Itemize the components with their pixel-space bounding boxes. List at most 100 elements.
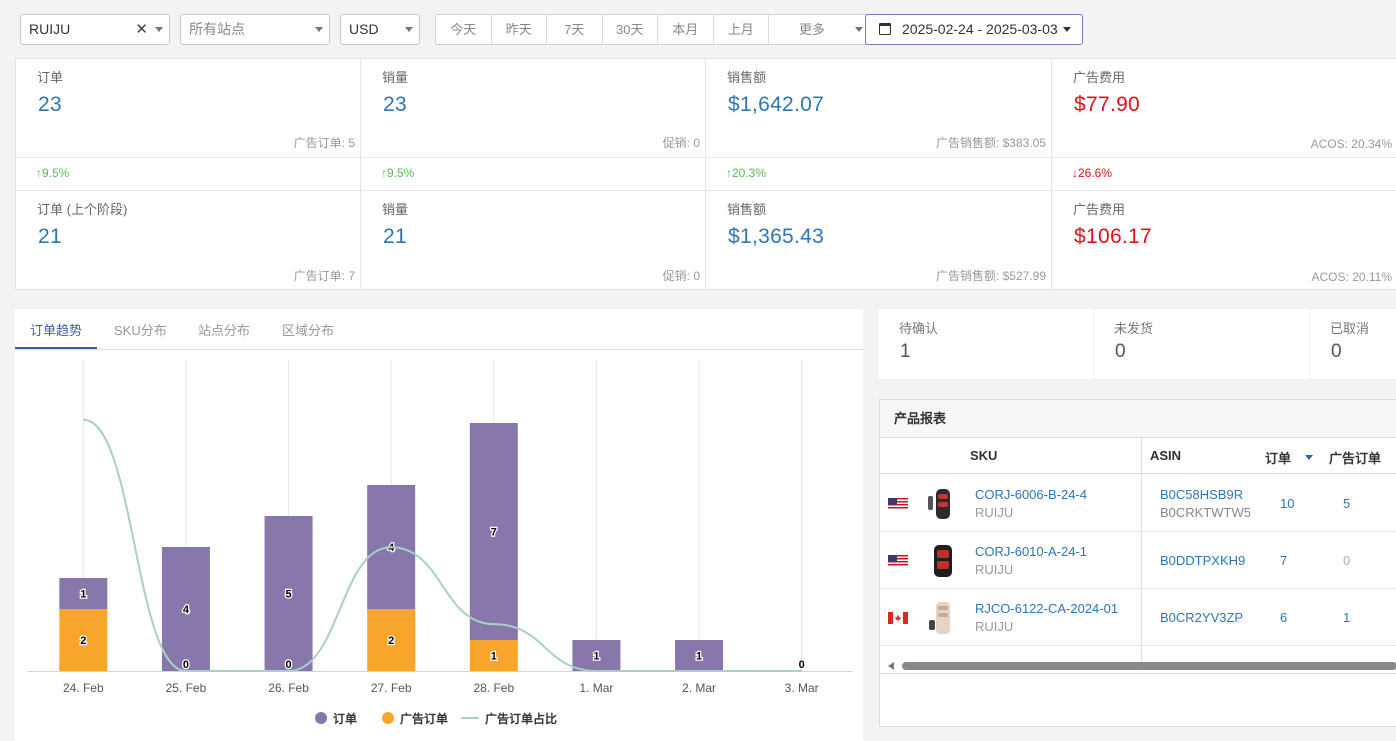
- stats-grid: 订单 23 广告订单: 5 销量 23 促销: 0 销售额 $1,642.07 …: [15, 58, 1396, 290]
- status-label: 已取消: [1330, 321, 1370, 336]
- col-orders[interactable]: 订单: [1265, 448, 1291, 467]
- brand-text: RUIJU: [975, 619, 1014, 634]
- asin-link[interactable]: B0DDTPXKH9: [1160, 553, 1245, 568]
- data-label: 0: [799, 659, 805, 671]
- ad-orders-value: 0: [1343, 553, 1351, 568]
- stat-label: 订单: [37, 70, 64, 85]
- stat-label: 销量: [382, 202, 409, 217]
- tab-region-distribution[interactable]: 区域分布: [282, 320, 334, 339]
- scrollbar-thumb[interactable]: [902, 662, 1396, 670]
- tab-site-distribution[interactable]: 站点分布: [198, 320, 250, 339]
- table-row[interactable]: RJCO-6122-CA-2024-01 RUIJU B0CR2YV3ZP 6 …: [880, 589, 1396, 646]
- stat-value: $77.90: [1074, 93, 1141, 116]
- brand-text: RUIJU: [975, 562, 1014, 577]
- status-unshipped[interactable]: 未发货 0: [1094, 309, 1310, 379]
- data-label: 4: [183, 604, 190, 616]
- sort-desc-icon[interactable]: [1305, 455, 1313, 460]
- scroll-left-icon[interactable]: [888, 662, 894, 670]
- chevron-down-icon: [855, 27, 863, 32]
- data-label: 2: [388, 635, 394, 647]
- horizontal-scrollbar[interactable]: [880, 658, 1396, 674]
- product-thumbnail: [934, 545, 952, 577]
- product-thumbnail: [928, 489, 950, 519]
- legend-ad-order-ratio[interactable]: 广告订单占比: [485, 711, 557, 726]
- legend-orders[interactable]: 订单: [333, 711, 357, 726]
- range-last-month-button[interactable]: 上月: [714, 15, 769, 44]
- date-range-picker[interactable]: 2025-02-24 - 2025-03-03: [865, 14, 1083, 45]
- chart-tabs: 订单趋势 SKU分布 站点分布 区域分布: [15, 309, 863, 350]
- status-value: 0: [1115, 341, 1126, 362]
- brand-text: RUIJU: [975, 505, 1014, 520]
- stat-change-orders: ↑9.5%: [16, 158, 361, 191]
- stat-label: 销售额: [727, 202, 767, 217]
- table-row[interactable]: CORJ-6010-A-24-1 RUIJU B0DDTPXKH9 7 0: [880, 532, 1396, 589]
- x-tick-label: 3. Mar: [785, 681, 819, 695]
- site-select[interactable]: 所有站点: [180, 14, 330, 45]
- legend-ad-orders[interactable]: 广告订单: [400, 711, 448, 726]
- range-this-month-button[interactable]: 本月: [658, 15, 714, 44]
- range-yesterday-button[interactable]: 昨天: [492, 15, 547, 44]
- order-status-panel: 待确认 1 未发货 0 已取消 0: [879, 309, 1396, 379]
- status-pending[interactable]: 待确认 1: [879, 309, 1094, 379]
- change-up: ↑20.3%: [726, 166, 767, 180]
- product-report: 产品报表 SKU ASIN 订单 广告订单 CORJ-6006-B-24-4 R…: [879, 399, 1396, 727]
- stat-value: 23: [383, 93, 407, 116]
- data-label: 2: [80, 635, 86, 647]
- x-tick-label: 28. Feb: [473, 681, 514, 695]
- stat-value: $1,642.07: [728, 93, 825, 116]
- status-cancelled[interactable]: 已取消 0: [1310, 309, 1396, 379]
- product-thumbnail: [929, 602, 950, 634]
- stat-label: 订单 (上个阶段): [37, 202, 128, 217]
- ca-flag-icon: [888, 612, 908, 624]
- clear-icon[interactable]: ✕: [135, 15, 148, 44]
- calendar-icon: [879, 23, 891, 35]
- range-today-button[interactable]: 今天: [436, 15, 492, 44]
- x-tick-label: 24. Feb: [63, 681, 104, 695]
- status-label: 未发货: [1114, 321, 1154, 336]
- legend-orders-marker[interactable]: [315, 712, 327, 724]
- x-tick-label: 25. Feb: [166, 681, 207, 695]
- asin-link[interactable]: B0C58HSB9R: [1160, 487, 1243, 502]
- chevron-down-icon: [1063, 27, 1071, 32]
- table-row[interactable]: CORJ-6006-B-24-4 RUIJU B0C58HSB9R B0CRKT…: [880, 475, 1396, 532]
- tab-sku-distribution[interactable]: SKU分布: [114, 320, 167, 339]
- stat-label: 销量: [382, 70, 409, 85]
- status-value: 0: [1331, 341, 1342, 362]
- chevron-down-icon: [405, 27, 413, 32]
- data-label: 7: [491, 527, 497, 539]
- tab-order-trend[interactable]: 订单趋势: [30, 320, 82, 339]
- stat-ad-spend: 广告费用 $77.90 ACOS: 20.34%: [1052, 59, 1396, 158]
- status-value: 1: [900, 341, 911, 362]
- orders-value: 7: [1280, 553, 1288, 568]
- stat-label: 广告费用: [1073, 70, 1126, 85]
- data-label: 0: [286, 659, 292, 671]
- store-select[interactable]: RUIJU ✕: [20, 14, 170, 45]
- x-tick-label: 2. Mar: [682, 681, 716, 695]
- data-label: 1: [491, 651, 497, 663]
- site-select-placeholder: 所有站点: [189, 21, 245, 37]
- col-sku[interactable]: SKU: [970, 448, 997, 463]
- ad-orders-value: 1: [1343, 610, 1351, 625]
- change-up: ↑9.5%: [381, 166, 415, 180]
- sku-link[interactable]: CORJ-6010-A-24-1: [975, 544, 1087, 559]
- asin-link[interactable]: B0CR2YV3ZP: [1160, 610, 1243, 625]
- stat-sub: 广告订单: 5: [293, 136, 355, 150]
- active-tab-indicator: [15, 347, 97, 349]
- stat-sub: 广告销售额: $527.99: [935, 269, 1046, 283]
- sku-link[interactable]: CORJ-6006-B-24-4: [975, 487, 1087, 502]
- asin-secondary: B0CRKTWTW5: [1160, 505, 1251, 520]
- range-more-dropdown[interactable]: 更多: [769, 15, 869, 44]
- ad-orders-value: 5: [1343, 496, 1351, 511]
- currency-select[interactable]: USD: [340, 14, 420, 45]
- sku-link[interactable]: RJCO-6122-CA-2024-01: [975, 601, 1118, 616]
- stat-prev-units: 销量 21 促销: 0: [361, 191, 706, 290]
- data-label: 1: [593, 651, 599, 663]
- col-asin[interactable]: ASIN: [1150, 448, 1181, 463]
- range-30days-button[interactable]: 30天: [603, 15, 658, 44]
- col-ad-orders[interactable]: 广告订单: [1329, 448, 1381, 467]
- orders-value: 6: [1280, 610, 1288, 625]
- order-trend-chart: 2124. Feb4025. Feb5026. Feb2427. Feb1728…: [27, 360, 853, 726]
- range-7days-button[interactable]: 7天: [547, 15, 603, 44]
- legend-ad-orders-marker[interactable]: [382, 712, 394, 724]
- range-more-label: 更多: [798, 22, 825, 37]
